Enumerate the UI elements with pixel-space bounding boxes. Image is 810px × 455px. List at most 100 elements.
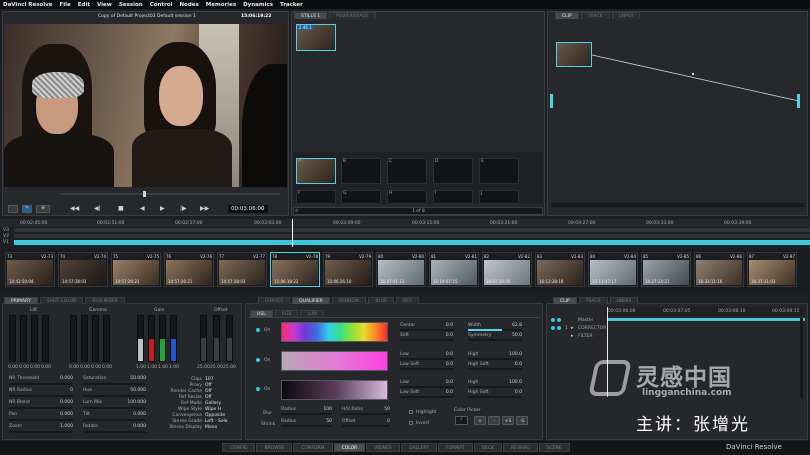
clip-81[interactable]: 81 V2-81 16:19:07:15 xyxy=(429,252,479,287)
blur-radius-slider[interactable] xyxy=(281,413,332,415)
clip-76[interactable]: 76 V2-76 14:57:26:21 xyxy=(164,252,214,287)
menu-control[interactable]: Control xyxy=(150,2,173,8)
clip-87[interactable]: 87 V2-87 16:37:31:03 xyxy=(747,252,797,287)
center-slider[interactable] xyxy=(400,329,454,331)
hue-on-toggle[interactable] xyxy=(256,328,260,332)
page-tab-color[interactable]: COLOR xyxy=(333,443,366,452)
gamma-b-bar[interactable] xyxy=(103,315,110,362)
page-tab-viewer[interactable]: VIEWER xyxy=(366,443,400,452)
tab-key[interactable]: KEY xyxy=(396,297,419,304)
play-icon[interactable]: ▶ xyxy=(160,205,165,212)
param-value[interactable]: 0.000 xyxy=(124,424,146,429)
param-slider[interactable] xyxy=(9,419,73,421)
param-value[interactable]: 1.000 xyxy=(55,424,73,429)
node-graph-scrollbar[interactable] xyxy=(551,203,805,207)
param-value[interactable]: 0.000 xyxy=(55,412,73,417)
memory-e[interactable]: E xyxy=(479,158,519,184)
viewer-image[interactable] xyxy=(4,24,287,187)
param-slider[interactable] xyxy=(83,431,146,433)
tab-powergrade[interactable]: POWERGRADE xyxy=(329,12,376,19)
track-v2[interactable] xyxy=(14,234,810,238)
param-value[interactable]: 0.000 xyxy=(55,376,73,381)
menu-app[interactable]: DaVinci Resolve xyxy=(3,2,53,8)
tab-primary[interactable]: PRIMARY xyxy=(4,297,38,304)
track-v1[interactable] xyxy=(14,240,810,245)
picker-subtract-soft-button[interactable]: -S xyxy=(516,416,528,425)
lum-low-slider[interactable] xyxy=(400,386,454,388)
param-slider[interactable] xyxy=(9,407,73,409)
width-slider[interactable] xyxy=(468,329,522,331)
param-slider[interactable] xyxy=(9,395,73,397)
invert-checkbox[interactable] xyxy=(409,421,413,425)
expand-arrow-icon[interactable]: ▸ xyxy=(571,325,574,331)
timeline-playhead[interactable] xyxy=(292,219,293,247)
menu-nodes[interactable]: Nodes xyxy=(179,2,198,8)
viewer-mode-button[interactable] xyxy=(8,205,18,213)
blur-radius-value[interactable]: 100 xyxy=(318,407,332,412)
sat-high-value[interactable]: 100.0 xyxy=(504,352,522,357)
gallery-still[interactable]: 2.46.1 xyxy=(296,24,336,51)
hue-gradient[interactable] xyxy=(281,322,388,342)
clip-84[interactable]: 84 V2-84 15:11:47:17 xyxy=(588,252,638,287)
viewer-scrub-handle[interactable] xyxy=(143,191,146,197)
lum-high-value[interactable]: 100.0 xyxy=(504,380,522,385)
tab-rgb-mixer[interactable]: RGB MIXER xyxy=(85,297,125,304)
page-tab-format[interactable]: FORMAT xyxy=(437,443,473,452)
memory-i[interactable]: I xyxy=(433,190,473,204)
search-icon[interactable]: ⌕ xyxy=(295,207,298,215)
tab-shot-color[interactable]: SHOT COLOR xyxy=(39,297,84,304)
gain-y-bar[interactable] xyxy=(137,315,144,362)
gamma-y-bar[interactable] xyxy=(70,315,77,362)
picker-subtract-button[interactable]: - xyxy=(488,416,500,425)
tab-unmix[interactable]: UNMIX xyxy=(609,297,639,304)
shrink-radius-value[interactable]: 50 xyxy=(318,419,332,424)
tab-rgb[interactable]: RGB xyxy=(274,310,299,317)
gamma-g-bar[interactable] xyxy=(92,315,99,362)
clip-80[interactable]: 80 V2-80 16:07:01:13 xyxy=(376,252,426,287)
corrector-node[interactable] xyxy=(556,42,592,67)
menu-dynamics[interactable]: Dynamics xyxy=(243,2,273,8)
soft-slider[interactable] xyxy=(400,339,454,341)
picker-add-button[interactable]: + xyxy=(474,416,486,425)
node-output-handle[interactable] xyxy=(797,94,800,108)
rewind-icon[interactable]: ◀◀ xyxy=(70,205,79,212)
param-slider[interactable] xyxy=(83,407,146,409)
page-tab-gallery[interactable]: GALLERY xyxy=(400,443,437,452)
lum-low-soft-value[interactable]: 0.0 xyxy=(440,390,453,395)
sat-high-soft-value[interactable]: 0.0 xyxy=(504,362,522,367)
clip-83[interactable]: 83 V2-83 16:13:38:18 xyxy=(535,252,585,287)
lift-b-bar[interactable] xyxy=(42,315,49,362)
memory-f[interactable]: F xyxy=(296,190,336,204)
picker-add-soft-button[interactable]: +S xyxy=(502,416,514,425)
memory-a[interactable]: A xyxy=(296,158,336,184)
filter-expand-arrow-icon[interactable]: ▸ xyxy=(571,333,574,339)
page-tab-scene[interactable]: SCENE xyxy=(538,443,570,452)
symmetry-slider[interactable] xyxy=(468,339,522,341)
tab-lum[interactable]: LUM xyxy=(300,310,324,317)
eyedropper-icon[interactable]: ⁄ xyxy=(455,416,468,425)
param-slider[interactable] xyxy=(9,431,73,433)
tab-hsl[interactable]: HSL xyxy=(250,310,273,317)
memory-h[interactable]: H xyxy=(387,190,427,204)
param-slider[interactable] xyxy=(9,383,73,385)
clip-86[interactable]: 86 V2-86 16:33:11:16 xyxy=(694,252,744,287)
link-icon[interactable]: ⊕ xyxy=(36,205,50,213)
clip-77[interactable]: 77 V2-77 14:57:28:03 xyxy=(217,252,267,287)
gain-g-bar[interactable] xyxy=(159,315,166,362)
sat-low-soft-slider[interactable] xyxy=(400,368,454,370)
track-enable-dot[interactable] xyxy=(551,318,555,322)
shrink-offset-value[interactable]: 0 xyxy=(378,419,390,424)
viewer-scrubber[interactable] xyxy=(60,193,280,195)
gain-r-bar[interactable] xyxy=(148,315,155,362)
stop-icon[interactable]: ■ xyxy=(118,205,124,212)
menu-view[interactable]: View xyxy=(97,2,112,8)
play-reverse-icon[interactable]: ◀ xyxy=(140,205,145,212)
lift-g-bar[interactable] xyxy=(31,315,38,362)
menu-edit[interactable]: Edit xyxy=(78,2,90,8)
memory-c[interactable]: C xyxy=(387,158,427,184)
node-input-handle[interactable] xyxy=(550,94,553,108)
lum-on-toggle[interactable] xyxy=(256,387,260,391)
highlight-checkbox[interactable] xyxy=(409,410,413,414)
fast-forward-icon[interactable]: ▶▶ xyxy=(200,205,209,212)
hv-ratio-value[interactable]: 50 xyxy=(378,407,390,412)
